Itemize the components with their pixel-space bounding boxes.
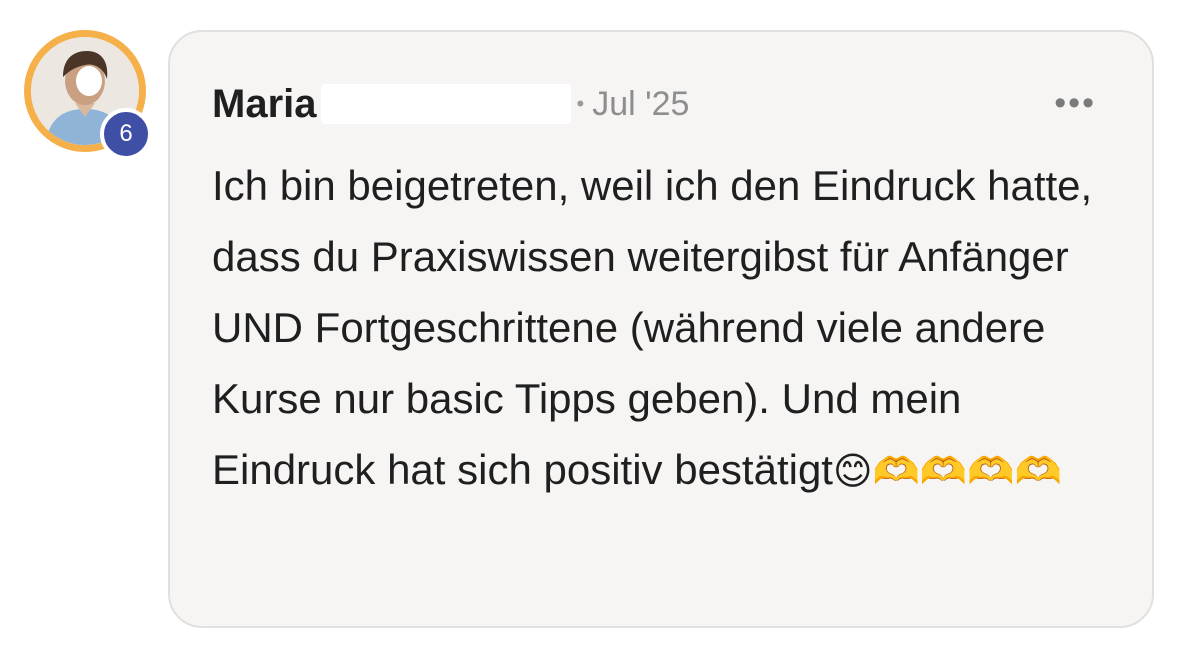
redacted-surname	[320, 84, 571, 124]
comment-text: Ich bin beigetreten, weil ich den Eindru…	[212, 162, 1093, 493]
comment-header: Maria • Jul '25	[212, 80, 689, 128]
comment-date[interactable]: Jul '25	[592, 85, 689, 124]
comment-thread: 6 Maria • Jul '25 ••• Ich bin beigetrete…	[0, 0, 1179, 647]
more-options-icon[interactable]: •••	[1054, 86, 1096, 120]
comment-bubble: Maria • Jul '25 ••• Ich bin beigetreten,…	[168, 30, 1154, 628]
trust-level-badge: 6	[100, 108, 152, 160]
comment-body: Ich bin beigetreten, weil ich den Eindru…	[212, 150, 1132, 507]
author-name[interactable]: Maria	[212, 82, 317, 127]
author-avatar-wrapper[interactable]: 6	[24, 30, 152, 160]
separator-dot: •	[576, 91, 585, 116]
comment-emojis: 😊🫶🫶🫶🫶	[832, 449, 1062, 493]
